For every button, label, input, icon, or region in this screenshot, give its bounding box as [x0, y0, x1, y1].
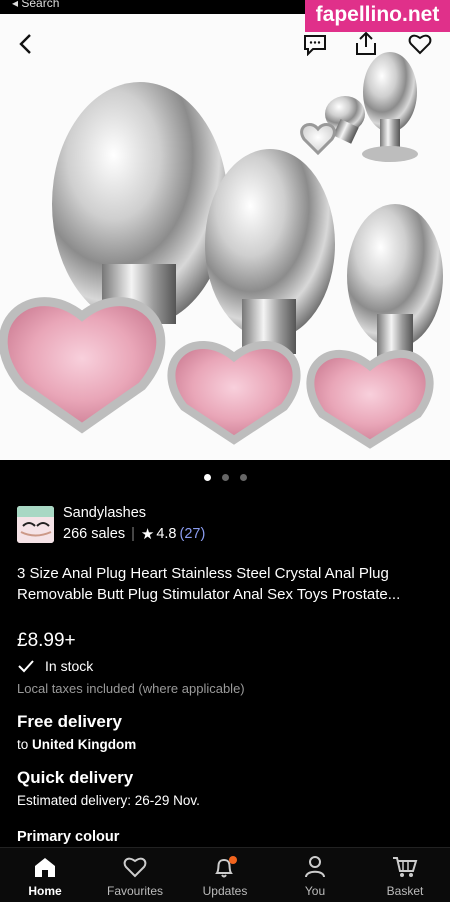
shop-name[interactable]: Sandylashes [63, 505, 205, 521]
favourite-button[interactable] [405, 30, 435, 58]
heart-icon [408, 34, 432, 55]
shop-sales: 266 sales [63, 526, 126, 542]
tab-favourites-label: Favourites [106, 884, 164, 898]
tab-basket[interactable]: Basket [360, 848, 450, 902]
tab-you-label: You [304, 884, 326, 898]
bell-icon [215, 856, 237, 878]
tab-updates-label: Updates [202, 884, 248, 898]
share-icon [356, 31, 376, 55]
share-button[interactable] [352, 29, 380, 59]
product-image-gallery[interactable] [0, 14, 450, 460]
delivery-to-prefix: to [17, 737, 29, 752]
shop-avatar[interactable] [17, 505, 54, 543]
status-back-link[interactable]: ◂ Search [12, 0, 59, 10]
watermark: fapellino.net [305, 0, 450, 32]
gallery-pagination[interactable] [0, 474, 450, 481]
basket-icon [393, 857, 418, 877]
stock-label: In stock [45, 658, 94, 674]
tab-favourites[interactable]: Favourites [90, 848, 180, 902]
chevron-left-icon [19, 34, 31, 54]
stock-status: In stock [17, 658, 93, 674]
taxes-note: Local taxes included (where applicable) [17, 681, 245, 696]
tab-you[interactable]: You [270, 848, 360, 902]
shop-logo-image [17, 505, 54, 543]
shop-reviews-link[interactable]: (27) [179, 526, 205, 542]
tab-basket-label: Basket [386, 884, 424, 898]
stats-divider: | [131, 526, 135, 542]
tab-updates[interactable]: Updates [180, 848, 270, 902]
bottom-tab-bar: Home Favourites Updates You Basket [0, 847, 450, 902]
shop-stats: 266 sales | ★ 4.8 (27) [63, 525, 205, 543]
checkmark-icon [18, 660, 34, 673]
tab-home[interactable]: Home [0, 848, 90, 902]
product-title[interactable]: 3 Size Anal Plug Heart Stainless Steel C… [17, 563, 437, 605]
star-icon: ★ [140, 526, 155, 543]
shop-rating: 4.8 [156, 526, 177, 542]
page-dot-3[interactable] [239, 474, 247, 481]
delivery-destination[interactable]: to United Kingdom [17, 737, 136, 752]
free-delivery-heading: Free delivery [17, 712, 122, 731]
page-dot-1[interactable] [203, 474, 211, 481]
message-icon [304, 35, 326, 56]
product-price: £8.99+ [17, 630, 76, 651]
shop-info[interactable]: Sandylashes 266 sales | ★ 4.8 (27) [17, 505, 205, 543]
delivery-country[interactable]: United Kingdom [32, 737, 136, 752]
page-dot-2[interactable] [221, 474, 229, 481]
notification-dot [229, 856, 237, 864]
delivery-estimate: Estimated delivery: 26-29 Nov. [17, 793, 200, 808]
back-button[interactable] [12, 30, 40, 58]
heart-icon [123, 857, 147, 878]
product-photo [0, 52, 443, 449]
tab-home-label: Home [28, 884, 62, 898]
user-icon [305, 856, 325, 878]
primary-colour-label: Primary colour [17, 829, 120, 845]
home-icon [35, 858, 55, 877]
quick-delivery-heading: Quick delivery [17, 768, 134, 787]
message-seller-button[interactable] [301, 31, 329, 59]
